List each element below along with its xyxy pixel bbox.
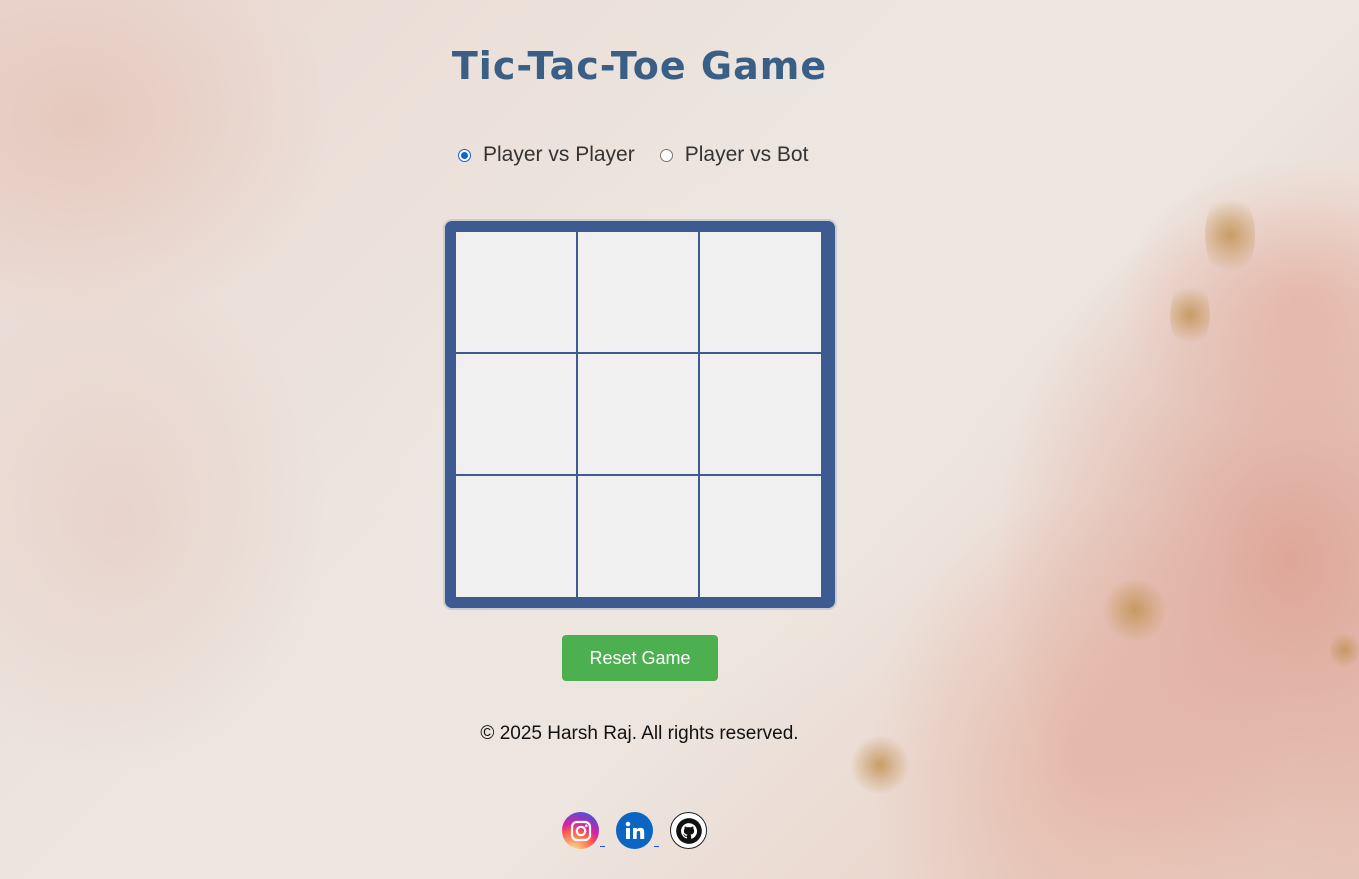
reset-button[interactable]: Reset Game — [562, 635, 718, 681]
board-cell-2[interactable] — [578, 232, 698, 352]
board-cell-7[interactable] — [456, 476, 576, 597]
mode-option-pvp[interactable]: Player vs Player — [455, 143, 635, 167]
board-cell-5[interactable] — [578, 354, 698, 474]
board-cell-3[interactable] — [700, 232, 821, 352]
board-cell-4[interactable] — [456, 354, 576, 474]
link-underline — [654, 846, 659, 847]
bot-radio[interactable] — [659, 148, 673, 162]
instagram-icon[interactable] — [562, 812, 599, 849]
mode-option-bot[interactable]: Player vs Bot — [657, 143, 809, 167]
bot-label: Player vs Bot — [684, 143, 809, 166]
pvp-radio[interactable] — [458, 148, 471, 162]
mode-selector: Player vs Player Player vs Bot — [455, 143, 830, 167]
linkedin-link[interactable] — [616, 812, 659, 849]
page-title: Tic-Tac-Toe Game — [451, 44, 828, 88]
game-container: Tic-Tac-Toe Game Player vs Player Player… — [0, 0, 1359, 879]
board-grid — [456, 232, 822, 597]
github-icon[interactable] — [670, 812, 707, 849]
github-link[interactable] — [670, 812, 707, 849]
board-cell-8[interactable] — [578, 476, 698, 597]
linkedin-icon[interactable] — [616, 812, 653, 849]
board-cell-6[interactable] — [700, 354, 821, 474]
game-board — [443, 219, 837, 610]
instagram-link[interactable] — [562, 812, 605, 849]
social-links — [562, 812, 718, 849]
pvp-label: Player vs Player — [483, 143, 635, 166]
copyright-text: © 2025 Harsh Raj. All rights reserved. — [480, 723, 799, 744]
board-cell-9[interactable] — [700, 476, 821, 597]
board-cell-1[interactable] — [456, 232, 576, 352]
link-underline — [600, 846, 605, 847]
